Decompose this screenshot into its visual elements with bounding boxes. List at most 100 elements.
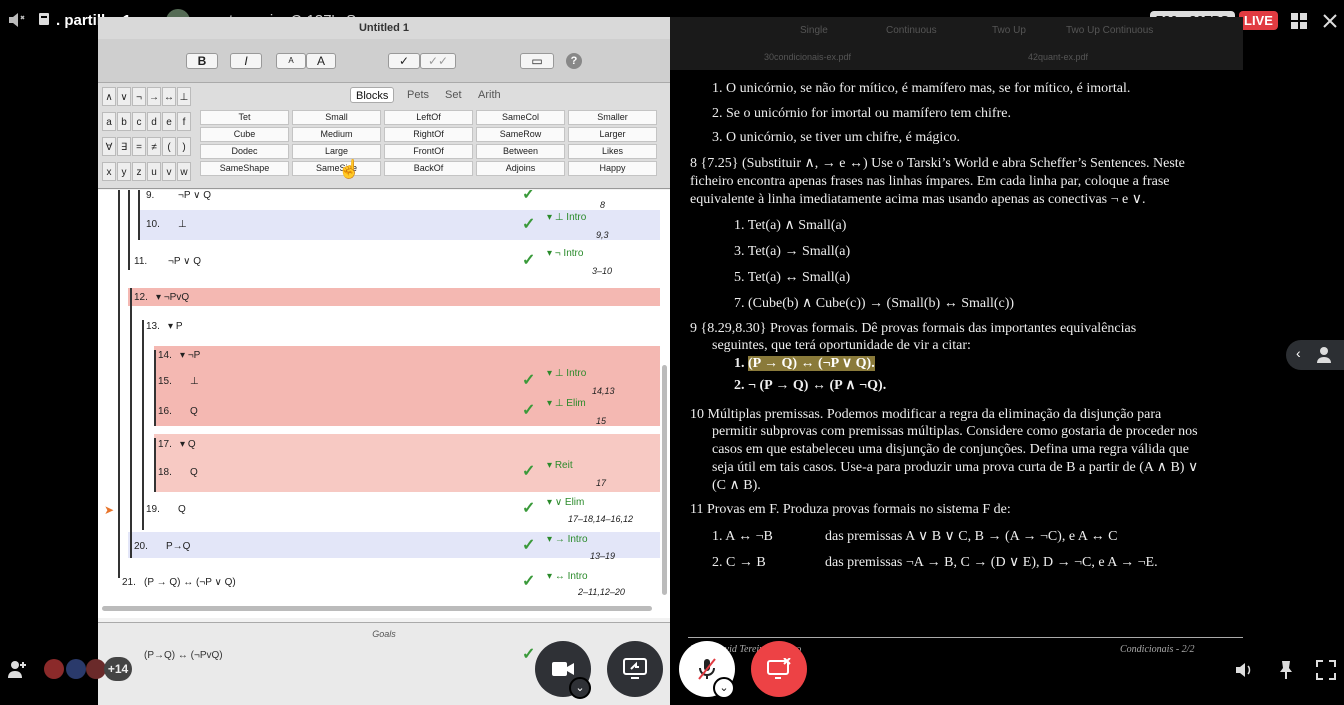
stop-stream-button[interactable] [751, 641, 807, 697]
view-two-up-continuous-tab[interactable]: Two Up Continuous [1066, 25, 1153, 36]
rule-label[interactable]: ▾ ∨ Elim [547, 497, 584, 508]
bold-button[interactable]: B [186, 53, 218, 69]
predicate-button[interactable]: RightOf [384, 127, 473, 142]
predicate-button[interactable]: Adjoins [476, 161, 565, 176]
predicate-button[interactable]: Between [476, 144, 565, 159]
car-icon[interactable]: ▭ [520, 53, 554, 69]
volume-icon[interactable] [1234, 660, 1254, 685]
screen-share-button[interactable] [607, 641, 663, 697]
symbol-key[interactable]: v [162, 162, 176, 181]
proof-formula[interactable]: ⊥ [178, 219, 187, 230]
participant-avatar[interactable] [44, 659, 64, 679]
symbol-key[interactable]: ≠ [147, 137, 161, 156]
vertical-scrollbar[interactable] [662, 365, 667, 595]
file-tab[interactable]: 30condicionais-ex.pdf [764, 52, 851, 62]
symbol-key[interactable]: x [102, 162, 116, 181]
chevron-down-icon[interactable]: ⌄ [713, 677, 735, 699]
symbol-key[interactable]: ⊥ [177, 87, 191, 106]
participant-avatar[interactable] [66, 659, 86, 679]
symbol-key[interactable]: ( [162, 137, 176, 156]
view-continuous-tab[interactable]: Continuous [886, 25, 937, 36]
grid-icon[interactable] [1290, 12, 1308, 30]
check-step-button[interactable]: ✓ [388, 53, 420, 69]
rule-label[interactable]: ▾ ¬ Intro [547, 248, 583, 259]
symbol-key[interactable]: ∀ [102, 137, 116, 156]
predicate-button[interactable]: Small [292, 110, 381, 125]
italic-button[interactable]: I [230, 53, 262, 69]
proof-formula[interactable]: (P → Q) ↔ (¬P ∨ Q) [144, 577, 236, 588]
predicate-button[interactable]: SameShape [200, 161, 289, 176]
pin-icon[interactable] [1277, 660, 1295, 685]
proof-formula[interactable]: ¬P ∨ Q [168, 256, 201, 267]
view-two-up-tab[interactable]: Two Up [992, 25, 1026, 36]
symbol-key[interactable]: y [117, 162, 131, 181]
proof-formula[interactable]: ▾ P [168, 321, 182, 332]
chevron-down-icon[interactable]: ⌄ [569, 677, 591, 699]
rule-label[interactable]: ▾ Reit [547, 460, 573, 471]
proof-formula[interactable]: Q [178, 504, 186, 515]
symbol-key[interactable]: ) [177, 137, 191, 156]
viewer-count-badge[interactable]: +14 [104, 657, 132, 681]
close-icon[interactable] [1322, 13, 1338, 29]
member-list-toggle[interactable]: ‹ [1286, 340, 1344, 370]
predicate-button[interactable]: BackOf [384, 161, 473, 176]
help-icon[interactable]: ? [566, 53, 582, 69]
proof-formula[interactable]: ▾ ¬P [180, 350, 200, 361]
symbol-key[interactable]: ¬ [132, 87, 146, 106]
symbol-key[interactable]: d [147, 112, 161, 131]
proof-formula[interactable]: ▾ Q [180, 439, 196, 450]
rule-label[interactable]: ▾ ⊥ Intro [547, 212, 586, 223]
symbol-key[interactable]: e [162, 112, 176, 131]
predicate-button[interactable]: Cube [200, 127, 289, 142]
predicate-button[interactable]: Medium [292, 127, 381, 142]
file-tab[interactable]: 42quant-ex.pdf [1028, 52, 1088, 62]
view-single-tab[interactable]: Single [800, 25, 828, 36]
predicate-button[interactable]: Tet [200, 110, 289, 125]
predicate-button[interactable]: Dodec [200, 144, 289, 159]
symbol-key[interactable]: f [177, 112, 191, 131]
predicate-button[interactable]: SameSize [292, 161, 381, 176]
proof-formula[interactable]: ▾ ¬PvQ [156, 292, 189, 303]
proof-formula[interactable]: Q [190, 406, 198, 417]
symbol-key[interactable]: u [147, 162, 161, 181]
proof-formula[interactable]: P→Q [166, 541, 190, 552]
predicate-button[interactable]: LeftOf [384, 110, 473, 125]
symbol-key[interactable]: b [117, 112, 131, 131]
symbol-key[interactable]: c [132, 112, 146, 131]
predicate-button[interactable]: Large [292, 144, 381, 159]
font-smaller-button[interactable]: A [276, 53, 306, 69]
proof-formula[interactable]: ⊥ [190, 376, 199, 387]
tab-set[interactable]: Set [440, 87, 467, 103]
participant-avatar[interactable] [86, 659, 106, 679]
symbol-key[interactable]: ∃ [117, 137, 131, 156]
add-user-icon[interactable] [6, 658, 28, 685]
symbol-key[interactable]: ↔ [162, 87, 176, 106]
predicate-button[interactable]: SameRow [476, 127, 565, 142]
predicate-button[interactable]: FrontOf [384, 144, 473, 159]
symbol-key[interactable]: ∧ [102, 87, 116, 106]
symbol-key[interactable]: w [177, 162, 191, 181]
rule-label[interactable]: ▾ ⊥ Elim [547, 398, 586, 409]
predicate-button[interactable]: Likes [568, 144, 657, 159]
font-larger-button[interactable]: A [306, 53, 336, 69]
predicate-button[interactable]: Smaller [568, 110, 657, 125]
tab-arith[interactable]: Arith [473, 87, 506, 103]
symbol-key[interactable]: = [132, 137, 146, 156]
check-goals-button[interactable]: ✓✓ [420, 53, 456, 69]
symbol-key[interactable]: ∨ [117, 87, 131, 106]
symbol-key[interactable]: a [102, 112, 116, 131]
symbol-key[interactable]: → [147, 87, 161, 106]
tab-blocks[interactable]: Blocks [350, 87, 395, 103]
horizontal-scrollbar[interactable] [102, 606, 652, 611]
rule-label[interactable]: ▾ → Intro [547, 534, 588, 545]
predicate-button[interactable]: Happy [568, 161, 657, 176]
predicate-button[interactable]: SameCol [476, 110, 565, 125]
rule-label[interactable]: ▾ ↔ Intro [547, 571, 588, 582]
tab-pets[interactable]: Pets [402, 87, 434, 103]
symbol-key[interactable]: z [132, 162, 146, 181]
rule-label[interactable]: ▾ ⊥ Intro [547, 368, 586, 379]
proof-formula[interactable]: ¬P ∨ Q [178, 190, 211, 201]
proof-formula[interactable]: Q [190, 467, 198, 478]
predicate-button[interactable]: Larger [568, 127, 657, 142]
fullscreen-icon[interactable] [1316, 660, 1336, 685]
